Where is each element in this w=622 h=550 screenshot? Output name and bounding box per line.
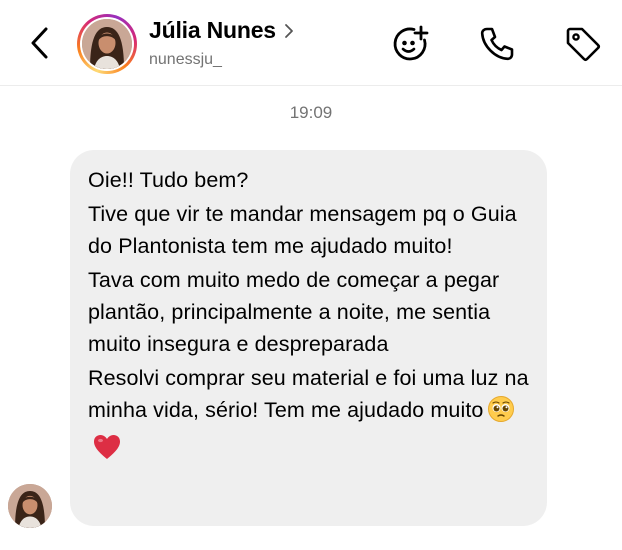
contact-username: nunessju_ bbox=[149, 51, 222, 68]
phone-icon bbox=[480, 27, 514, 61]
chat-header: Júlia Nunes nunessju_ bbox=[0, 0, 622, 86]
message-timestamp: 19:09 bbox=[289, 103, 333, 122]
message-paragraph-2: Tive que vir te mandar mensagem pq o Gui… bbox=[88, 202, 517, 258]
sticker-icon bbox=[393, 25, 429, 61]
label-button[interactable] bbox=[561, 22, 605, 66]
sender-avatar[interactable] bbox=[8, 484, 52, 528]
chevron-left-icon bbox=[31, 27, 48, 59]
message-paragraph-3: Tava com muito medo de começar a pegar p… bbox=[88, 268, 500, 356]
back-button[interactable] bbox=[22, 22, 56, 64]
tag-icon bbox=[566, 27, 601, 62]
message-paragraph-4-text: Resolvi comprar seu material e foi uma l… bbox=[88, 366, 529, 422]
avatar-photo bbox=[82, 19, 132, 69]
message-paragraph-4: Resolvi comprar seu material e foi uma l… bbox=[88, 362, 529, 470]
pleading-face-emoji bbox=[487, 395, 515, 432]
profile-avatar[interactable] bbox=[77, 14, 137, 74]
chevron-right-icon bbox=[284, 23, 294, 39]
message-bubble[interactable]: Oie!! Tudo bem? Tive que vir te mandar m… bbox=[70, 150, 547, 526]
message-paragraph-1: Oie!! Tudo bem? bbox=[88, 168, 249, 192]
sticker-button[interactable] bbox=[388, 22, 432, 66]
red-heart-emoji bbox=[92, 433, 122, 470]
call-button[interactable] bbox=[475, 22, 519, 66]
contact-name-link[interactable]: Júlia Nunes bbox=[149, 17, 294, 44]
contact-name: Júlia Nunes bbox=[149, 17, 276, 43]
